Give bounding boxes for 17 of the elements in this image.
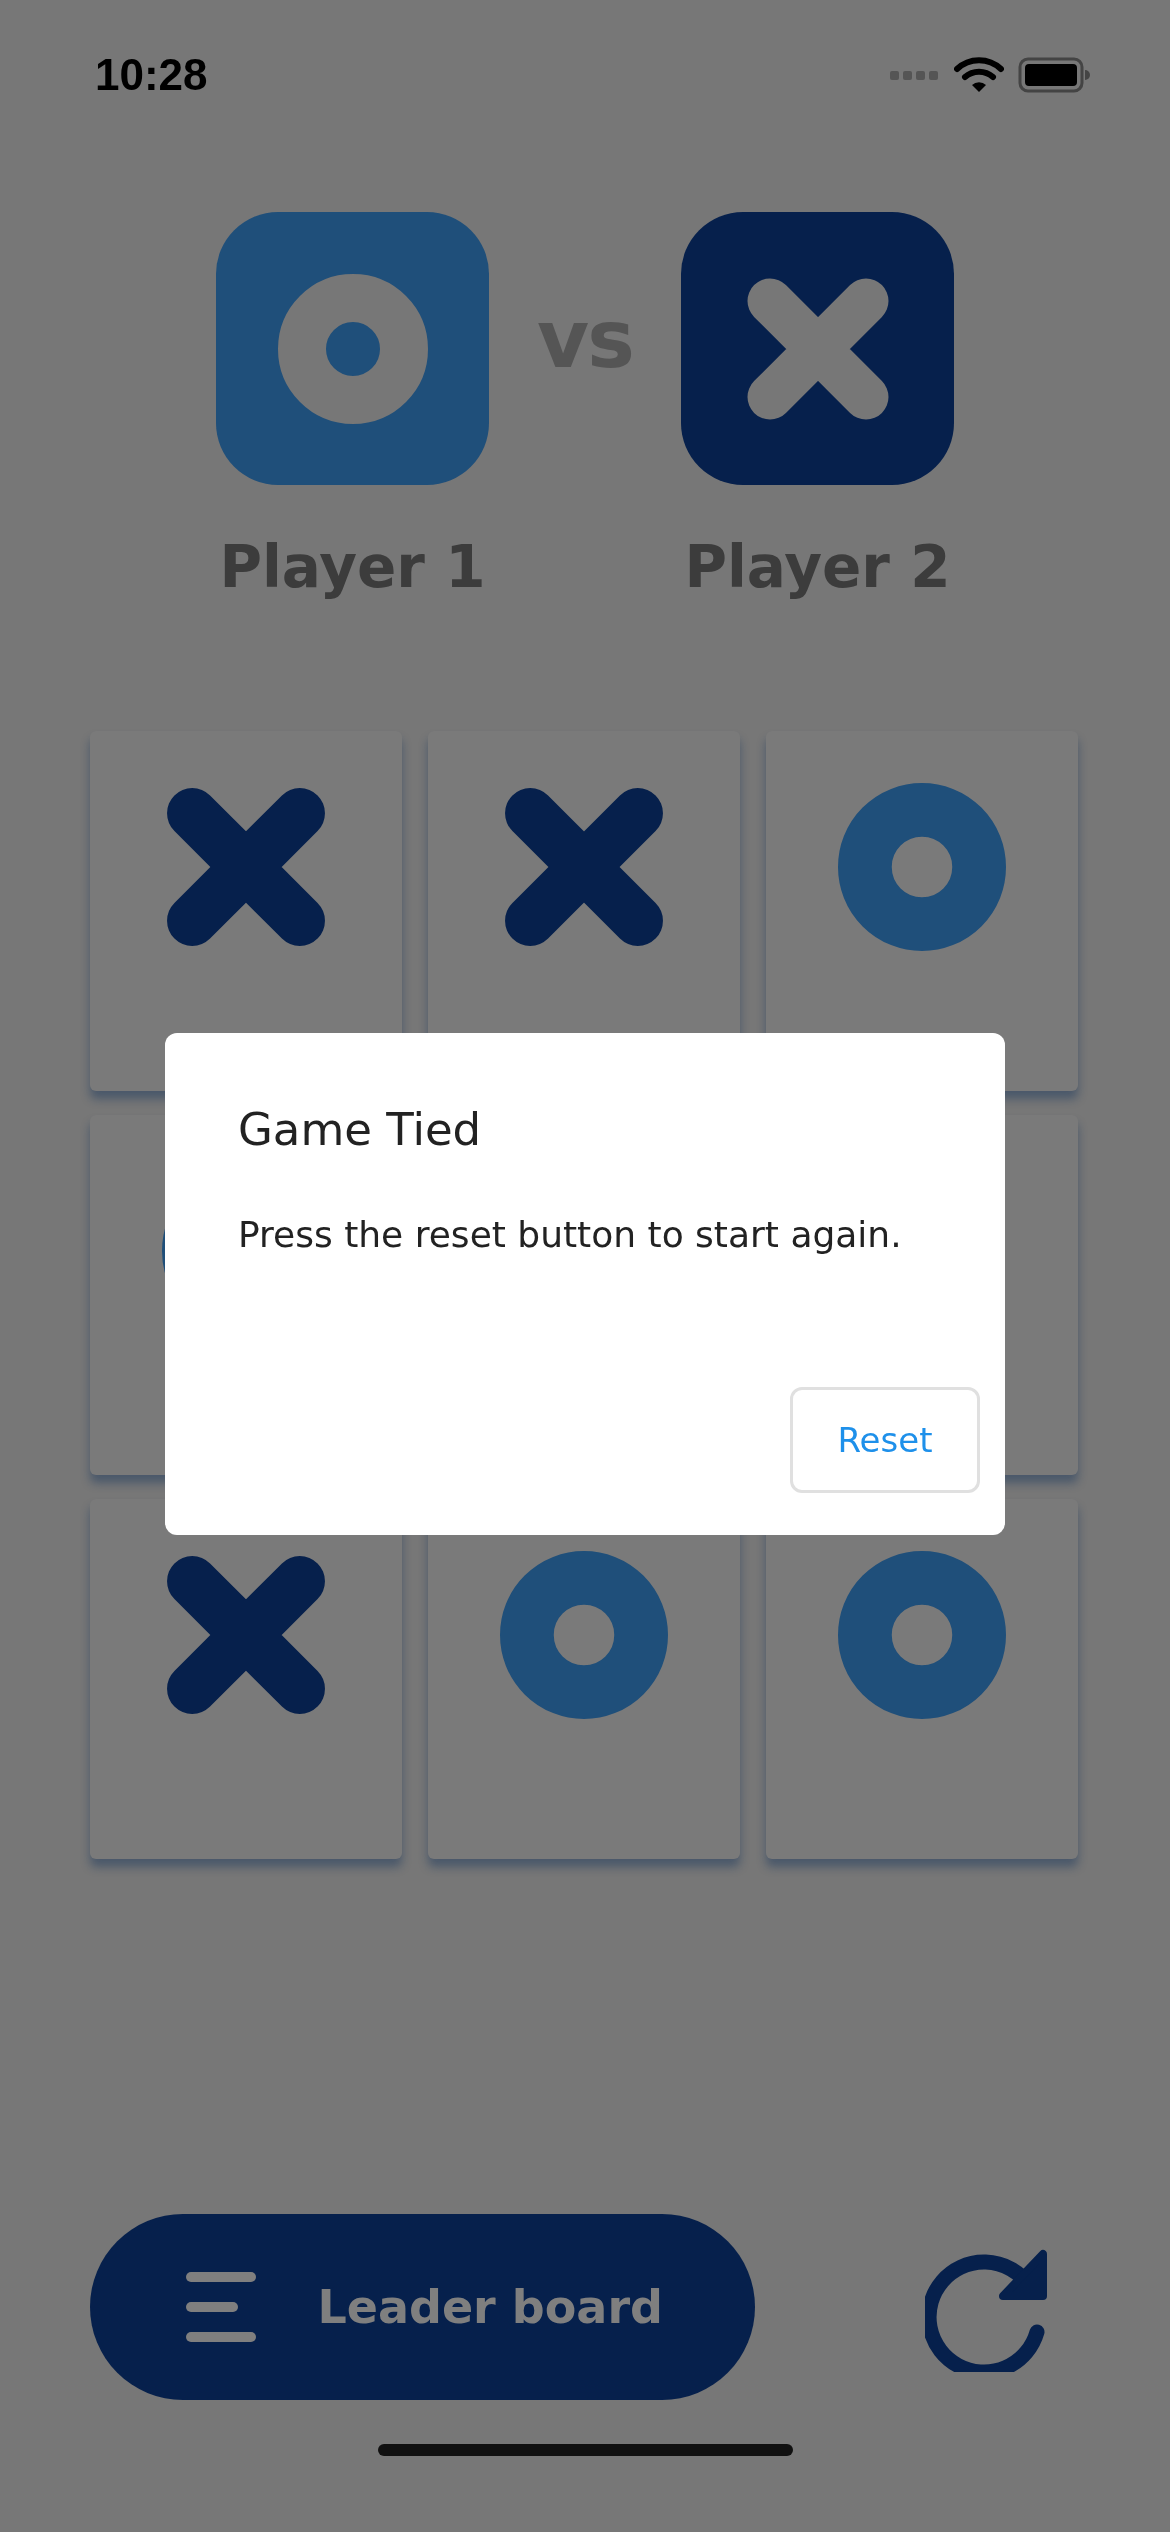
player-name: Player 2: [684, 533, 951, 601]
ring-icon: [500, 1551, 668, 1719]
ring-icon: [838, 783, 1006, 951]
dialog-title: Game Tied: [238, 1103, 483, 1156]
board-cell[interactable]: [90, 1499, 402, 1859]
signal-icon: [890, 69, 940, 81]
ring-icon: [277, 273, 428, 424]
ring-icon: [838, 1551, 1006, 1719]
status-time: 10:28: [95, 50, 208, 100]
reset-button[interactable]: Reset: [790, 1387, 980, 1493]
wifi-icon: [954, 56, 1004, 94]
player-name: Player 1: [219, 533, 486, 601]
battery-icon: [1018, 57, 1090, 93]
board-cell[interactable]: [766, 1499, 1078, 1859]
dialog-message: Press the reset button to start again.: [238, 1214, 903, 1255]
leaderboard-button[interactable]: Leader board: [90, 2214, 755, 2400]
menu-icon: [186, 2270, 256, 2344]
